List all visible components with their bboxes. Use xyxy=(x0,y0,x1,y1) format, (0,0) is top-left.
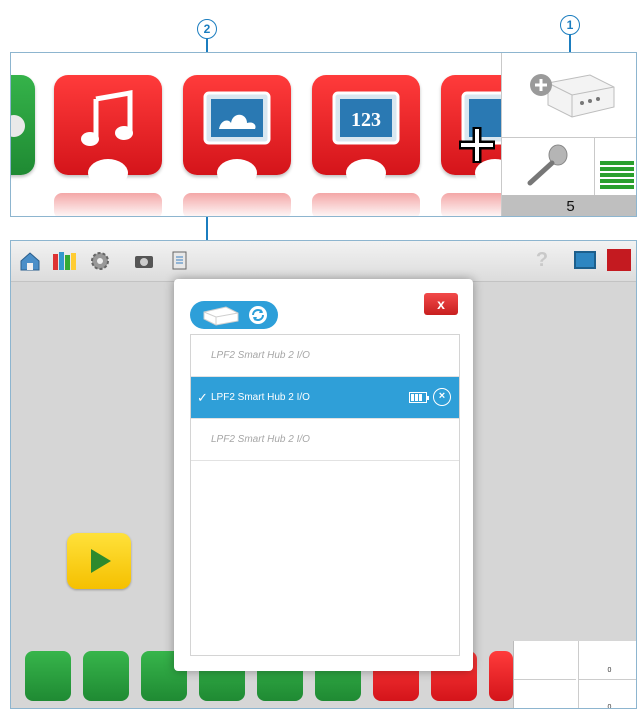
block-motor-timed[interactable] xyxy=(83,651,129,701)
palette-block-display-number[interactable]: 123 xyxy=(312,75,420,216)
callout-1: 1 xyxy=(560,15,580,35)
callout-2: 2 xyxy=(197,19,217,39)
device-label: LPF2 Smart Hub 2 I/O xyxy=(211,350,310,361)
design-library-icon[interactable] xyxy=(51,250,79,272)
palette-block-start[interactable] xyxy=(11,75,35,193)
help-label: ? xyxy=(535,249,549,271)
checkmark-icon: ✓ xyxy=(197,390,208,405)
device-label: LPF2 Smart Hub 2 I/O xyxy=(211,434,310,445)
palette-block-sound[interactable] xyxy=(54,75,162,216)
callout-2-number: 2 xyxy=(203,22,211,36)
display-image-icon xyxy=(203,91,271,145)
hub-status-pane: 5 xyxy=(501,53,636,216)
hub-scan-button[interactable] xyxy=(190,301,278,329)
smart-hub-icon xyxy=(530,74,615,118)
start-play-block[interactable] xyxy=(67,533,131,589)
document-icon[interactable] xyxy=(169,250,191,272)
sensor-slot[interactable] xyxy=(502,137,595,195)
mini-hub-pane: 0 0 xyxy=(513,641,636,709)
disconnect-button[interactable]: × xyxy=(433,388,451,406)
blocks-gear-icon[interactable] xyxy=(89,250,111,272)
device-list-item[interactable]: LPF2 Smart Hub 2 I/O xyxy=(191,335,459,377)
camera-icon[interactable] xyxy=(133,250,155,272)
mini-slot-a[interactable]: 0 xyxy=(578,641,636,680)
home-icon[interactable] xyxy=(19,250,41,272)
device-list-item[interactable]: LPF2 Smart Hub 2 I/O xyxy=(191,419,459,461)
refresh-icon xyxy=(249,306,267,324)
callout-1-number: 1 xyxy=(566,18,574,32)
mini-slot-a-value: 0 xyxy=(607,667,612,674)
mini-hub-button[interactable] xyxy=(514,641,576,680)
device-label: LPF2 Smart Hub 2 I/O xyxy=(211,392,310,403)
sound-level-meter xyxy=(596,137,636,195)
palette-block-display-image[interactable] xyxy=(183,75,291,216)
svg-text:123: 123 xyxy=(351,109,381,131)
stop-icon[interactable] xyxy=(607,249,631,271)
close-button[interactable]: x xyxy=(424,293,458,315)
device-list-item-selected[interactable]: ✓ LPF2 Smart Hub 2 I/O × xyxy=(191,377,459,419)
play-icon xyxy=(91,549,111,573)
display-number-icon: 123 xyxy=(332,91,400,145)
battery-icon xyxy=(409,392,429,403)
port-value-bar: 5 xyxy=(502,195,636,216)
disconnect-icon: × xyxy=(438,390,446,402)
toolbar: ? xyxy=(11,241,636,282)
hub-connect-button[interactable] xyxy=(502,53,636,138)
music-note-icon xyxy=(81,90,133,146)
block-display-number[interactable] xyxy=(489,651,513,701)
screen-icon[interactable] xyxy=(574,251,596,269)
close-label: x xyxy=(437,296,445,312)
block-motor-power[interactable] xyxy=(25,651,71,701)
device-list: LPF2 Smart Hub 2 I/O ✓ LPF2 Smart Hub 2 … xyxy=(190,334,460,656)
port-value: 5 xyxy=(566,198,575,215)
hub-connection-dialog: x LPF2 Smart Hub 2 I/O ✓ LPF2 Smart Hub … xyxy=(174,279,473,671)
smart-hub-icon xyxy=(203,306,239,326)
mini-sensor-slot[interactable] xyxy=(514,679,576,708)
mini-slot-b[interactable]: 0 xyxy=(578,679,636,709)
microphone-icon xyxy=(527,144,568,186)
block-palette-zoom: 123 5 xyxy=(10,52,637,217)
help-button[interactable]: ? xyxy=(531,249,553,273)
mini-slot-b-value: 0 xyxy=(607,704,612,709)
